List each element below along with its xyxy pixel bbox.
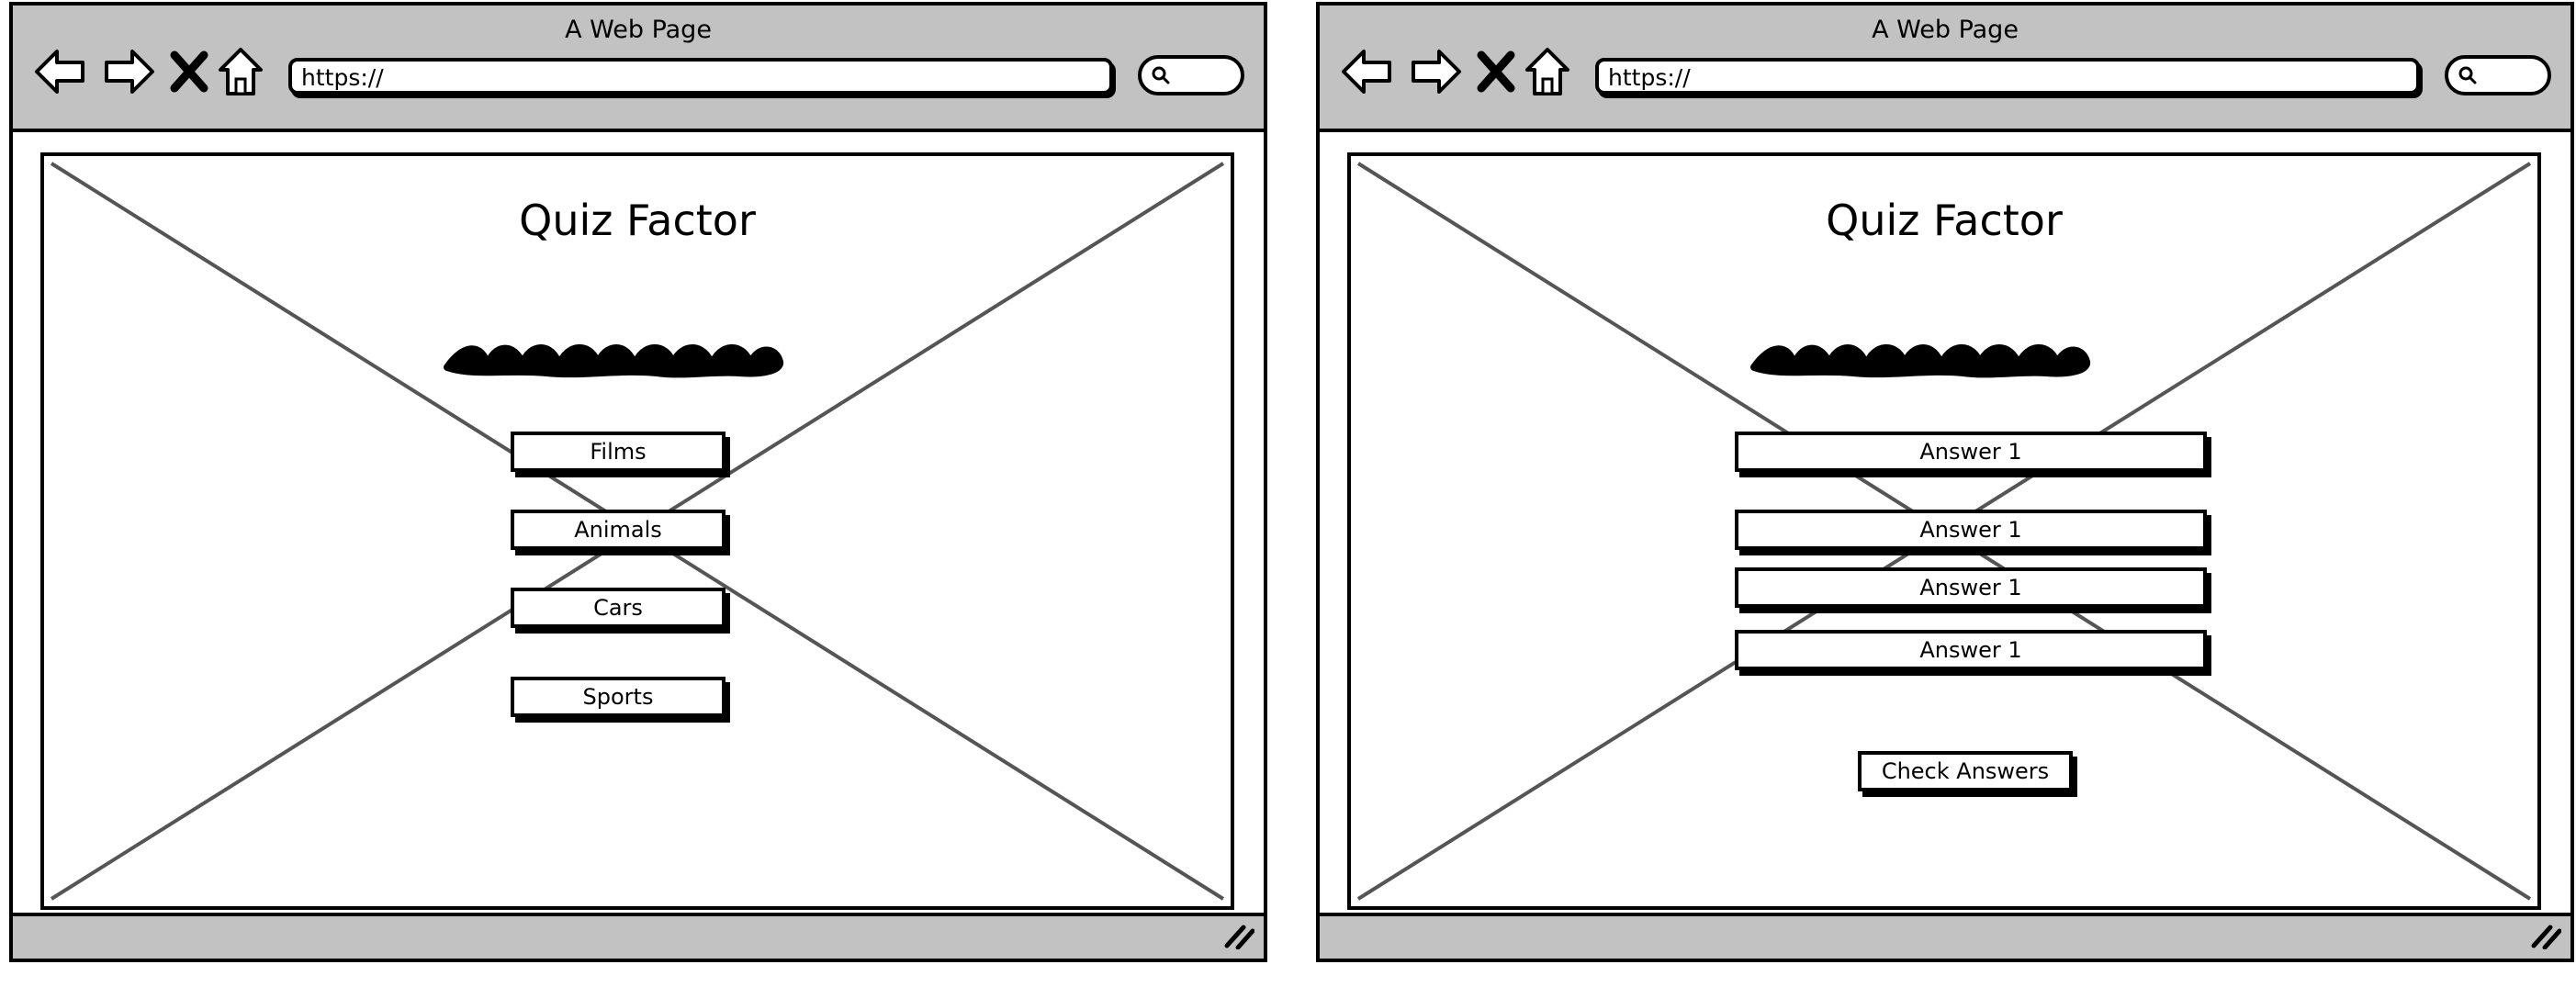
redacted-text-scribble xyxy=(1750,344,2090,378)
home-icon[interactable] xyxy=(1524,44,1571,99)
status-bar xyxy=(13,913,1264,959)
answer-button-1[interactable]: Answer 1 xyxy=(1735,432,2207,472)
category-button-animals[interactable]: Animals xyxy=(511,510,726,550)
redacted-text-scribble xyxy=(444,344,783,378)
close-icon[interactable] xyxy=(1474,44,1518,99)
page-title: Quiz Factor xyxy=(1826,196,2063,245)
browser-toolbar: A Web Page https:// xyxy=(1320,6,2570,132)
resize-grip-icon[interactable] xyxy=(1223,924,1254,949)
answer-button-2[interactable]: Answer 1 xyxy=(1735,510,2207,550)
arrow-left-icon[interactable] xyxy=(33,44,88,99)
category-button-cars[interactable]: Cars xyxy=(511,588,726,628)
page-content: Quiz Factor Answer 1 Answer 1 Answer 1 A… xyxy=(1347,152,2541,910)
search-icon xyxy=(1152,66,1170,84)
close-icon[interactable] xyxy=(167,44,211,99)
address-text: https:// xyxy=(301,64,384,91)
address-bar[interactable]: https:// xyxy=(1595,58,2420,95)
page-title: Quiz Factor xyxy=(519,196,756,245)
category-button-sports[interactable]: Sports xyxy=(511,677,726,717)
answer-button-3[interactable]: Answer 1 xyxy=(1735,567,2207,608)
category-button-films[interactable]: Films xyxy=(511,432,726,472)
arrow-right-icon[interactable] xyxy=(101,44,156,99)
browser-window-question: A Web Page https:// Quiz Factor Answer 1 xyxy=(1316,2,2574,962)
browser-window-categories: A Web Page https:// Quiz Factor Films An… xyxy=(9,2,1267,962)
arrow-left-icon[interactable] xyxy=(1340,44,1395,99)
window-title: A Web Page xyxy=(1872,16,2019,44)
search-field[interactable] xyxy=(1138,55,1244,95)
address-bar[interactable]: https:// xyxy=(288,58,1113,95)
status-bar xyxy=(1320,913,2570,959)
resize-grip-icon[interactable] xyxy=(2530,924,2561,949)
address-text: https:// xyxy=(1608,64,1691,91)
search-field[interactable] xyxy=(2445,55,2551,95)
page-content: Quiz Factor Films Animals Cars Sports xyxy=(40,152,1234,910)
window-title: A Web Page xyxy=(565,16,712,44)
browser-toolbar: A Web Page https:// xyxy=(13,6,1264,132)
check-answers-button[interactable]: Check Answers xyxy=(1858,751,2073,791)
answer-button-4[interactable]: Answer 1 xyxy=(1735,630,2207,670)
search-icon xyxy=(2458,66,2477,84)
home-icon[interactable] xyxy=(217,44,264,99)
arrow-right-icon[interactable] xyxy=(1408,44,1463,99)
